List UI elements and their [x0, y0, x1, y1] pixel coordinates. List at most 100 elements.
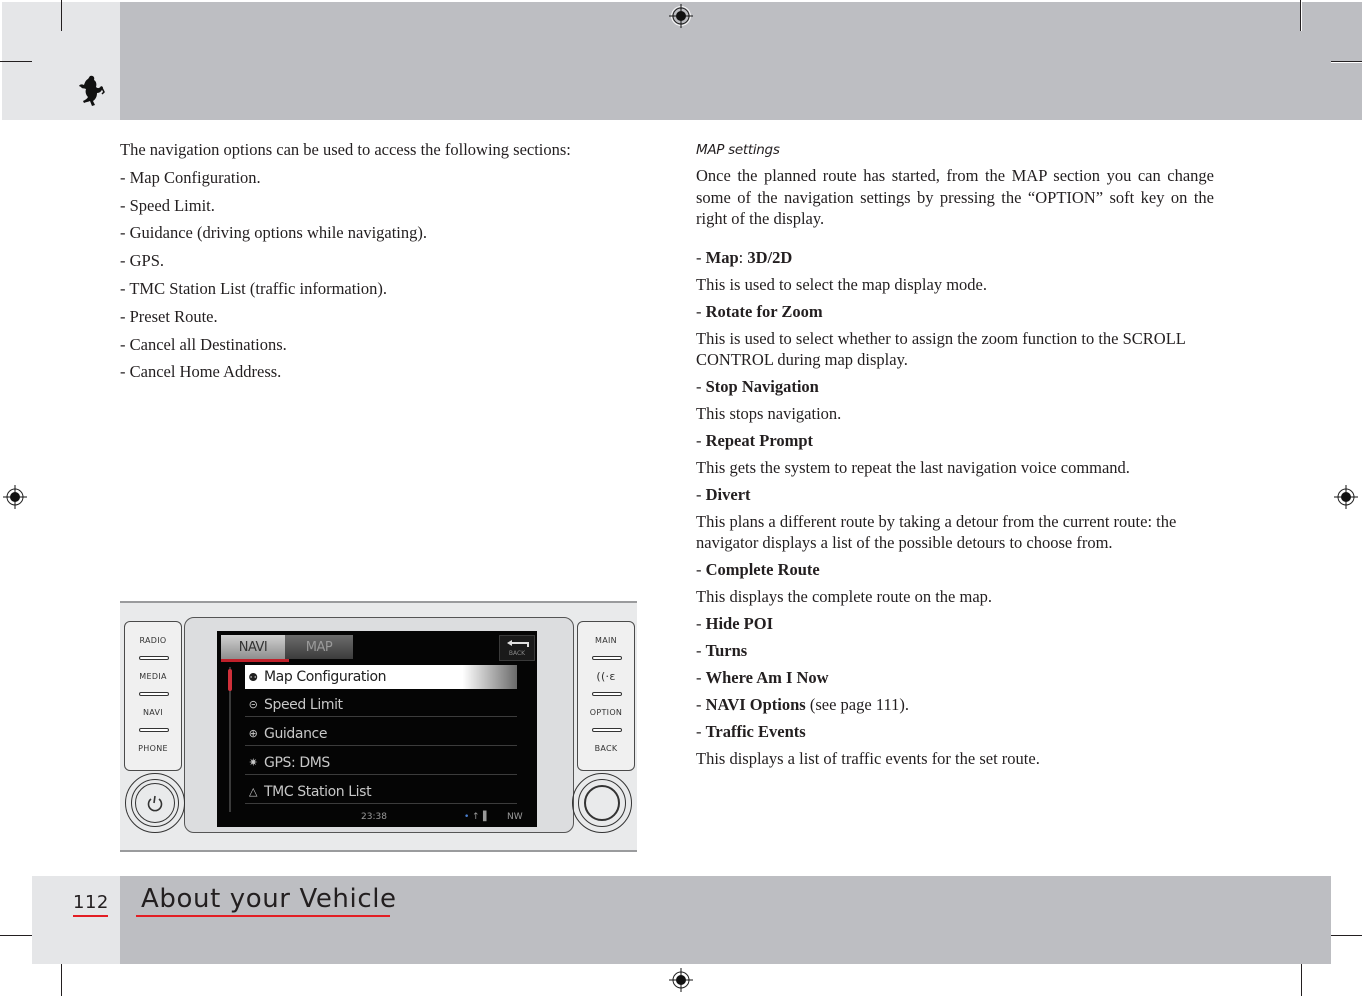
tab-map[interactable]: MAP: [285, 635, 353, 659]
back-arrow-icon: [507, 640, 529, 647]
main-button[interactable]: MAIN: [578, 622, 634, 658]
prancing-horse-logo-icon: [79, 75, 105, 106]
left-column: The navigation options can be used to ac…: [120, 140, 640, 390]
option-bullet: -: [696, 484, 706, 504]
speed-limit-icon: ⊝: [248, 698, 258, 711]
option-description: This displays the complete route on the …: [696, 586, 993, 606]
option-description: This is used to select the map display m…: [696, 274, 987, 294]
signal-strength-icon: ↑▐: [472, 812, 487, 822]
option-page-reference: (see page 111).: [805, 694, 909, 714]
option-heading: - NAVI Options (see page 111).: [696, 694, 1214, 715]
option-bullet: -: [696, 301, 706, 321]
list-item: - Guidance (driving options while naviga…: [120, 223, 428, 243]
option-description: This stops navigation.: [696, 403, 842, 423]
tab-navi[interactable]: NAVI: [221, 635, 285, 659]
option-heading: - Traffic Events: [696, 721, 1214, 742]
option-bullet: -: [696, 694, 706, 714]
voice-button[interactable]: ((·ɛ: [578, 658, 634, 694]
right-column: MAP settings Once the planned route has …: [696, 140, 1214, 775]
option-heading: - Divert: [696, 484, 1214, 505]
option-bullet: -: [696, 430, 706, 450]
scroll-knob-core: [584, 785, 620, 821]
menu-item-guidance[interactable]: ⊕ Guidance: [245, 722, 517, 746]
option-description: This is used to select whether to assign…: [696, 328, 1186, 369]
list-item: - Cancel all Destinations.: [120, 334, 287, 354]
page-number-underline: [73, 915, 108, 917]
subheading: MAP settings: [696, 142, 780, 158]
option-label: Complete Route: [705, 559, 820, 579]
crop-mark: [1301, 964, 1302, 996]
map-config-icon: ⚉: [248, 670, 258, 684]
registration-mark-icon: [1334, 485, 1358, 509]
menu-item-label: Speed Limit: [264, 696, 343, 713]
device-edge: [120, 850, 637, 852]
option-heading: - Stop Navigation: [696, 376, 1214, 397]
option-description: This displays a list of traffic events f…: [696, 748, 1040, 768]
crop-mark: [1331, 62, 1362, 63]
back-hard-button[interactable]: BACK: [578, 730, 634, 766]
option-label: NAVI Options: [705, 694, 806, 714]
bluetooth-icon: •: [464, 812, 470, 822]
option-label: Hide POI: [705, 613, 774, 633]
option-label: Stop Navigation: [705, 376, 819, 396]
intro-paragraph: Once the planned route has started, from…: [696, 166, 1214, 228]
option-bullet: -: [696, 721, 706, 741]
menu-scroll-thumb[interactable]: [228, 669, 232, 691]
crop-mark: [1301, 0, 1302, 31]
menu-item-label: Map Configuration: [264, 669, 387, 685]
crop-mark: [61, 964, 62, 996]
left-button-panel: RADIO MEDIA NAVI PHONE: [124, 621, 182, 771]
guidance-icon: ⊕: [248, 727, 258, 740]
option-label: Traffic Events: [705, 721, 806, 741]
header-band-dark: [120, 2, 1362, 120]
gps-satellite-icon: ✷: [248, 756, 258, 769]
option-button[interactable]: OPTION: [578, 694, 634, 730]
registration-mark-icon: [669, 4, 693, 28]
option-label: Turns: [705, 640, 748, 660]
option-bullet: -: [696, 640, 706, 660]
status-clock: 23:38: [361, 812, 387, 822]
option-label: Map: [705, 247, 739, 267]
right-button-panel: MAIN ((·ɛ OPTION BACK: [577, 621, 635, 771]
section-title-underline: [136, 915, 390, 917]
option-bullet: -: [696, 559, 706, 579]
options-list: - Map: 3D/2D This is used to select the m…: [696, 247, 1214, 769]
infotainment-unit-illustration: RADIO MEDIA NAVI PHONE MAIN ((·ɛ OPTION …: [120, 601, 637, 852]
option-bullet: -: [696, 667, 706, 687]
option-heading: - Where Am I Now: [696, 667, 1214, 688]
list-item: - GPS.: [120, 251, 165, 271]
phone-button[interactable]: PHONE: [125, 730, 181, 766]
option-label: Divert: [705, 484, 751, 504]
option-description: This gets the system to repeat the last …: [696, 457, 1130, 477]
compass-heading: NW: [507, 812, 523, 822]
registration-mark-icon: [3, 485, 27, 509]
option-heading: - Repeat Prompt: [696, 430, 1214, 451]
option-label: Rotate for Zoom: [705, 301, 823, 321]
active-tab-indicator: [221, 659, 289, 662]
menu-item-speed-limit[interactable]: ⊝ Speed Limit: [245, 693, 517, 717]
option-description: This plans a different route by taking a…: [696, 511, 1177, 552]
page-number: 112: [73, 892, 109, 913]
option-heading: - Complete Route: [696, 559, 1214, 580]
option-bullet: -: [696, 613, 706, 633]
option-heading: - Map: 3D/2D: [696, 247, 1214, 268]
navigation-screen: NAVI MAP BACK ⚉ Map Configuration ⊝ Spee…: [217, 631, 537, 827]
registration-mark-icon: [669, 968, 693, 992]
screen-back-button[interactable]: BACK: [499, 635, 535, 661]
crop-mark: [0, 935, 32, 936]
radio-button[interactable]: RADIO: [125, 622, 181, 658]
list-item: - Cancel Home Address.: [120, 362, 282, 382]
navi-button[interactable]: NAVI: [125, 694, 181, 730]
menu-item-tmc-station-list[interactable]: △ TMC Station List: [245, 780, 517, 804]
option-heading: - Rotate for Zoom: [696, 301, 1214, 322]
menu-item-map-configuration[interactable]: ⚉ Map Configuration: [245, 665, 517, 689]
menu-item-gps[interactable]: ✷ GPS: DMS: [245, 751, 517, 775]
device-edge: [120, 601, 637, 603]
option-label: Repeat Prompt: [705, 430, 814, 450]
media-button[interactable]: MEDIA: [125, 658, 181, 694]
option-bullet: -: [696, 247, 706, 267]
option-bullet: -: [696, 376, 706, 396]
menu-item-label: Guidance: [264, 725, 328, 742]
list-item: - Preset Route.: [120, 306, 218, 326]
section-title: About your Vehicle: [141, 884, 397, 914]
